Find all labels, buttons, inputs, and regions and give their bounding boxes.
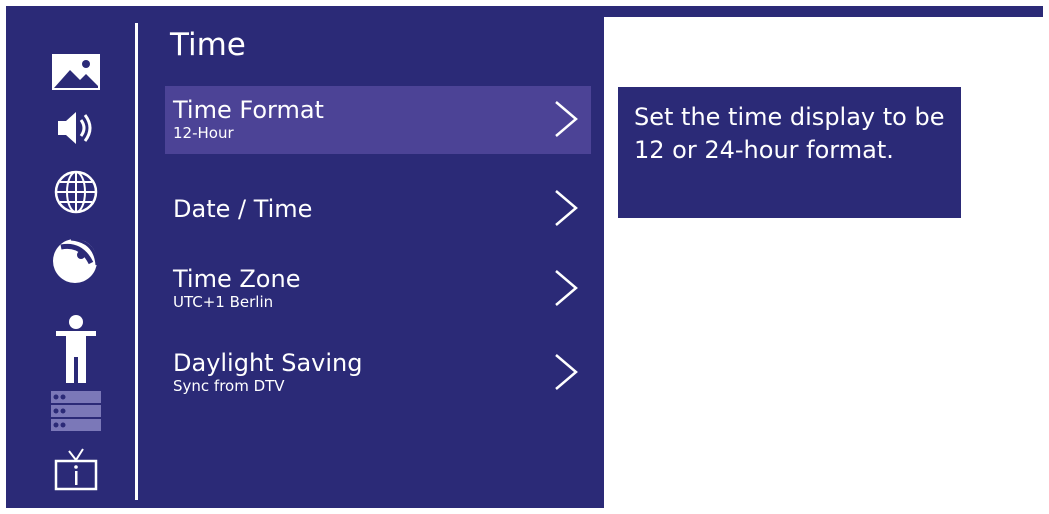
menu-item-value: 12-Hour [173, 124, 234, 142]
help-text: Set the time display to be 12 or 24-hour… [618, 87, 961, 218]
globe-icon[interactable] [50, 166, 102, 218]
channel-list-icon[interactable] [50, 386, 102, 436]
sidebar-divider [135, 23, 138, 500]
menu-item-label: Date / Time [173, 195, 313, 223]
menu-item-value: Sync from DTV [173, 377, 285, 395]
menu-item-time-format[interactable]: Time Format 12-Hour [165, 86, 591, 154]
menu-item-time-zone[interactable]: Time Zone UTC+1 Berlin [165, 255, 591, 323]
help-panel: Set the time display to be 12 or 24-hour… [604, 17, 1043, 508]
chevron-right-icon [555, 190, 578, 226]
chevron-right-icon [555, 354, 578, 390]
menu-item-date-time[interactable]: Date / Time [165, 175, 591, 243]
menu-item-value: UTC+1 Berlin [173, 293, 274, 311]
settings-sidebar [6, 6, 134, 508]
menu-item-label: Time Zone [173, 265, 301, 293]
satellite-dish-icon[interactable] [50, 234, 102, 286]
menu-item-label: Daylight Saving [173, 349, 363, 377]
menu-item-label: Time Format [173, 96, 324, 124]
menu-item-daylight-saving[interactable]: Daylight Saving Sync from DTV [165, 339, 591, 407]
chevron-right-icon [555, 101, 578, 137]
sound-icon[interactable] [50, 102, 102, 154]
person-icon[interactable] [50, 314, 102, 384]
picture-icon[interactable] [50, 46, 102, 98]
chevron-right-icon [555, 270, 578, 306]
tv-settings-screen: Time Time Format 12-Hour Date / Time Tim… [6, 6, 1043, 508]
page-title: Time [170, 27, 246, 63]
tv-info-icon[interactable] [50, 446, 102, 494]
